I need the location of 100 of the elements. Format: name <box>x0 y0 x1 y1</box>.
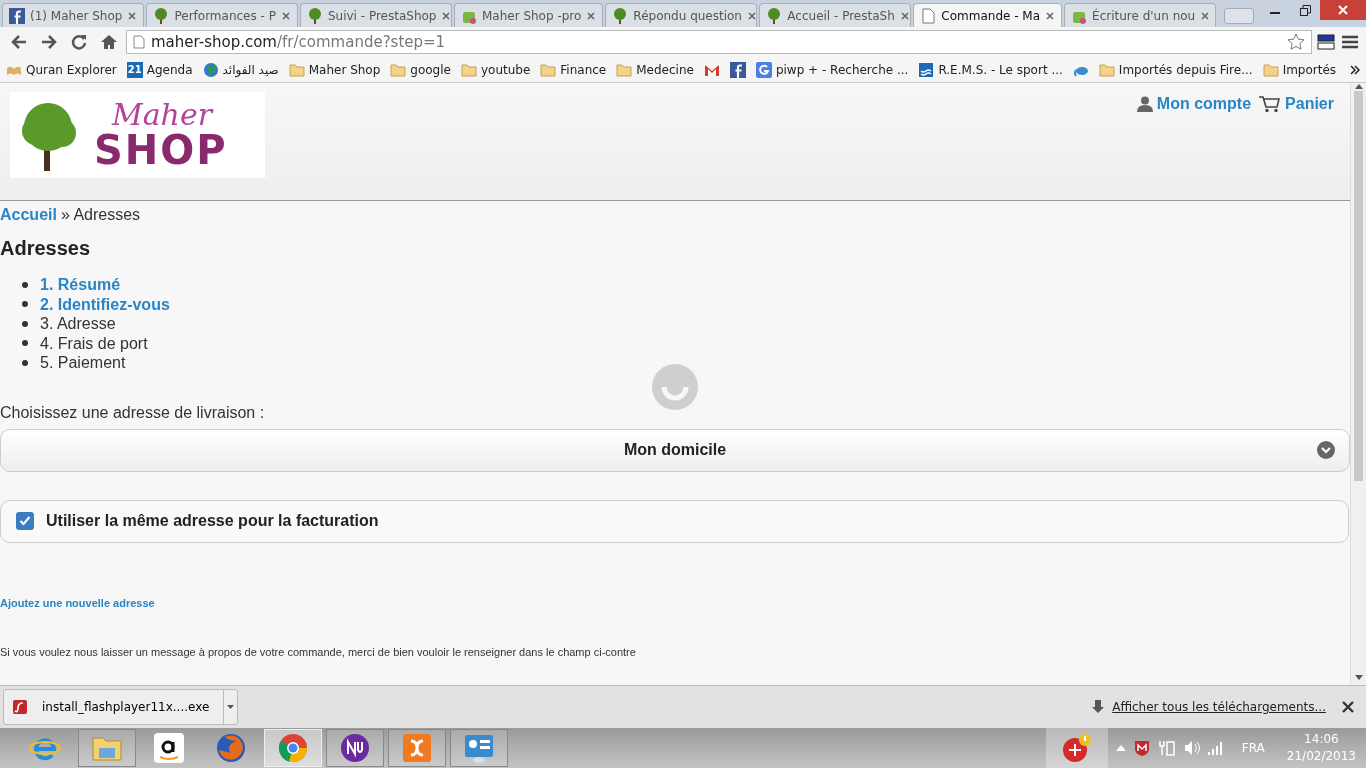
tree-icon <box>153 7 170 24</box>
folder-icon <box>616 61 633 78</box>
forward-icon[interactable] <box>40 33 58 51</box>
back-icon[interactable] <box>10 33 28 51</box>
extension-icon[interactable] <box>1316 33 1336 51</box>
browser-tab[interactable]: Maher Shop -pro <box>453 3 604 27</box>
google-icon <box>755 61 772 78</box>
breadcrumb-text: » Adresses <box>60 205 141 225</box>
flash-file-icon <box>12 699 28 715</box>
close-icon[interactable] <box>441 10 452 21</box>
account-link[interactable]: Mon compte <box>1136 92 1252 116</box>
show-all-downloads-link[interactable]: Afficher tous les téléchargements... <box>1112 698 1326 716</box>
page-heading: Adresses <box>0 236 92 261</box>
signal-bars-icon[interactable] <box>1207 741 1224 755</box>
arrow-up-icon[interactable] <box>1354 83 1363 89</box>
chevron-double-right-icon[interactable] <box>1350 65 1360 75</box>
bookmark-item[interactable]: Finance <box>540 60 607 79</box>
close-icon[interactable] <box>747 10 757 21</box>
cart-link[interactable]: Panier <box>1259 92 1334 116</box>
bookmark-item[interactable]: Maher Shop <box>288 60 381 79</box>
close-icon[interactable] <box>127 10 138 21</box>
bullet-icon <box>22 359 28 366</box>
bookmark-item[interactable]: Quran Explorer <box>6 60 117 79</box>
folder-icon <box>288 61 305 78</box>
bullet-icon <box>22 301 28 308</box>
tree-icon <box>766 7 783 24</box>
close-icon[interactable] <box>1200 10 1211 21</box>
step-text: 5. Paiement <box>40 353 126 373</box>
close-icon[interactable] <box>586 10 597 21</box>
close-icon[interactable] <box>899 10 910 21</box>
facebook-icon <box>9 7 25 24</box>
page-icon <box>133 35 145 49</box>
shop-logo[interactable]: Maher SHOP <box>10 92 265 178</box>
wave-logo-icon <box>918 61 935 78</box>
bookmark-item[interactable]: Medecine <box>616 60 694 79</box>
message-text: Si vous voulez nous laisser un message à propos de votre commande, merci de bien vouloir le renseigner dans le champ ci-contre <box>0 644 637 660</box>
bullet-icon <box>22 281 28 288</box>
bookmark-item[interactable]: 21 Agenda <box>126 60 193 79</box>
bookmark-item[interactable]: google <box>390 60 451 79</box>
fox-globe-icon[interactable] <box>215 732 247 764</box>
reload-icon[interactable] <box>70 33 88 51</box>
folder-icon <box>540 61 557 78</box>
nvu-icon[interactable] <box>339 732 371 764</box>
cart-icon <box>1259 95 1282 113</box>
bookmark-item[interactable]: piwp + - Recherche ... <box>755 60 909 79</box>
person-icon <box>1136 96 1153 112</box>
download-icon <box>1092 700 1105 714</box>
globe-icon <box>202 61 219 78</box>
browser-tab[interactable]: Commande - Ma <box>913 3 1063 27</box>
step-link[interactable]: 2. Identifiez-vous <box>40 294 170 314</box>
checkbox-label: Utiliser la même adresse pour la facturation <box>46 511 379 531</box>
page-icon <box>920 7 937 24</box>
alert-badge-icon[interactable] <box>1061 733 1092 763</box>
star-icon[interactable] <box>1287 33 1305 51</box>
bookmark-item[interactable]: Importés <box>1262 60 1337 79</box>
battery-plug-icon[interactable] <box>1157 740 1176 756</box>
bookmark-item[interactable]: Importés depuis Fire... <box>1098 60 1253 79</box>
folder-icon <box>390 61 407 78</box>
address-select[interactable]: Mon domicile <box>0 428 1350 472</box>
breadcrumb-link[interactable]: Accueil <box>0 203 57 227</box>
speaker-icon[interactable] <box>1183 740 1200 756</box>
step-link[interactable]: 1. Résumé <box>40 275 121 295</box>
url-text: maher-shop.com/fr/commande?step=1 <box>151 31 446 53</box>
chevron-up-icon[interactable] <box>1115 745 1126 751</box>
step-text: 3. Adresse <box>40 314 116 334</box>
caret-down-icon <box>227 705 235 709</box>
browser-tab[interactable]: Accueil - PrestaSh <box>759 3 912 27</box>
browser-tab[interactable]: Écriture d'un nou <box>1064 3 1217 27</box>
close-icon[interactable] <box>280 10 291 21</box>
tree-icon <box>306 7 323 24</box>
loading-spinner-icon <box>651 362 699 411</box>
browser-tab[interactable]: Performances - P <box>146 3 298 27</box>
chrome-icon[interactable] <box>277 732 309 764</box>
shield-icon[interactable] <box>1133 740 1150 756</box>
checkbox[interactable] <box>16 512 34 530</box>
close-icon[interactable] <box>1342 701 1354 713</box>
chevron-down-icon <box>1317 441 1335 459</box>
menu-icon[interactable] <box>1340 33 1360 51</box>
arrow-down-icon[interactable] <box>1354 675 1363 681</box>
bookmark-item[interactable]: youtube <box>460 60 531 79</box>
add-address-link[interactable]: Ajoutez une nouvelle adresse <box>0 594 155 611</box>
step-text: 4. Frais de port <box>40 333 148 353</box>
folder-icon <box>1262 61 1279 78</box>
home-icon[interactable] <box>100 33 118 51</box>
bookmark-item[interactable]: R.E.M.S. - Le sport ... <box>918 60 1063 79</box>
control-panel-icon[interactable] <box>463 732 495 764</box>
tree-icon <box>612 7 629 24</box>
restore-icon[interactable] <box>1299 4 1311 16</box>
xampp-icon[interactable] <box>401 732 433 764</box>
bullet-icon <box>22 340 28 347</box>
close-icon[interactable] <box>1045 10 1056 21</box>
browser-tab[interactable]: Répondu question <box>605 3 758 27</box>
field-label: Choisissez une adresse de livraison : <box>0 402 266 423</box>
facebook-icon[interactable] <box>729 61 746 78</box>
bookmark-item[interactable]: صيد الفوائد <box>202 60 279 79</box>
scrollbar[interactable] <box>1350 83 1366 685</box>
folder-icon <box>460 61 477 78</box>
browser-tab[interactable]: Suivi - PrestaShop <box>299 3 452 27</box>
browser-tab[interactable]: (1) Maher Shop <box>2 3 145 27</box>
address-bar[interactable]: maher-shop.com/fr/commande?step=1 <box>126 30 1312 54</box>
